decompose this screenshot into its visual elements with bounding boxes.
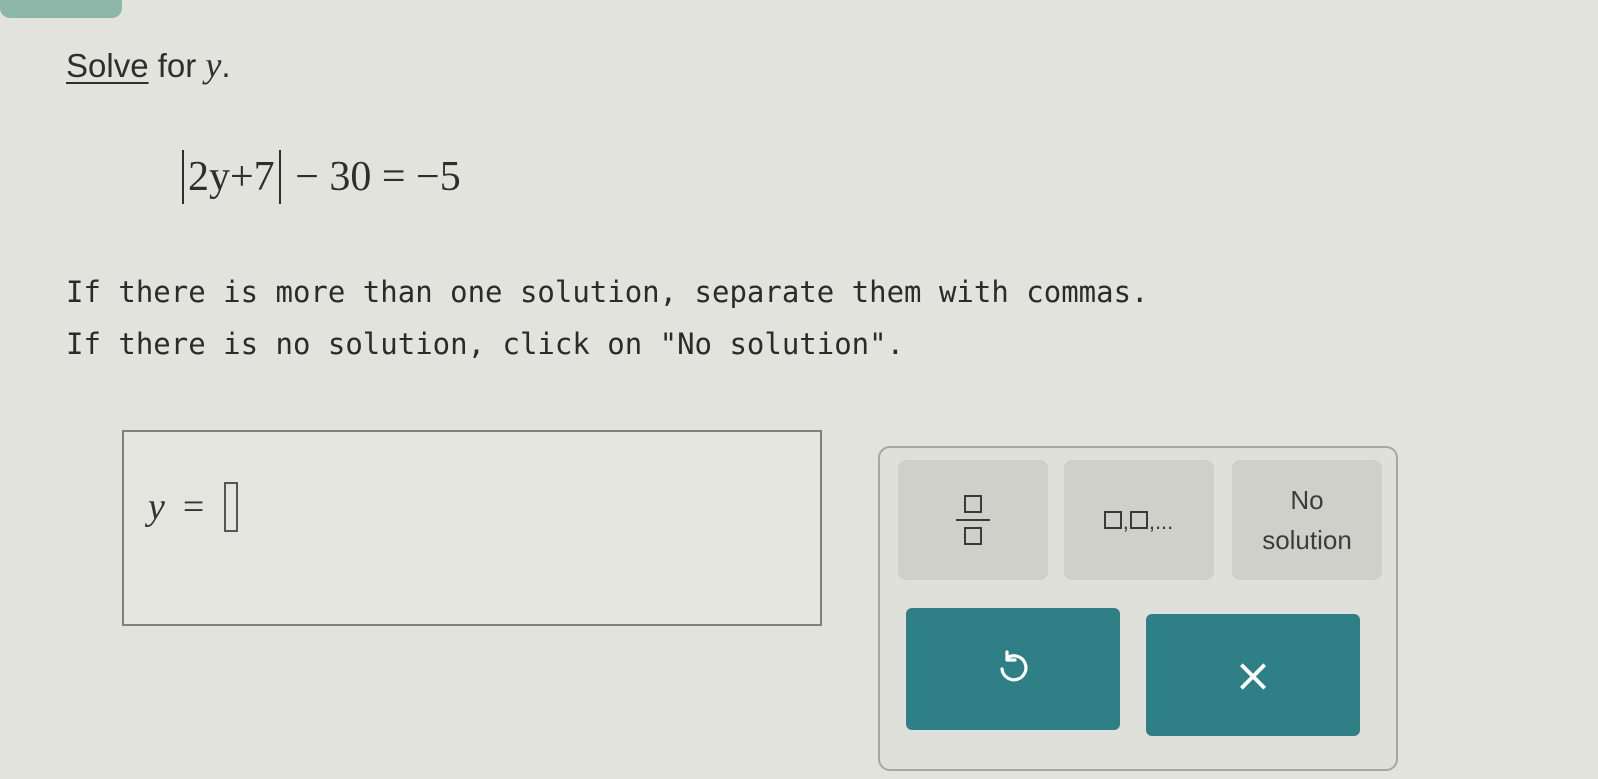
top-tab [0, 0, 122, 18]
title-middle-text: for [148, 47, 206, 84]
fraction-template-icon [956, 495, 990, 545]
close-icon: × [1233, 648, 1273, 702]
instruction-no-solution: If there is no solution, click on "No so… [66, 327, 905, 361]
clear-button[interactable]: × [1146, 614, 1360, 736]
solve-link[interactable]: Solve [66, 47, 149, 84]
math-keypad: ,,... No solution × [878, 446, 1398, 771]
undo-button[interactable] [906, 608, 1120, 730]
equation: 2y+7 − 30 = −5 [178, 150, 461, 204]
no-solution-label-line2: solution [1262, 525, 1352, 555]
no-solution-label-line1: No [1290, 485, 1324, 515]
title-variable: y [205, 45, 222, 85]
instructions: If there is more than one solution, sepa… [66, 266, 1149, 370]
equation-abs-content: 2y+7 [188, 154, 275, 200]
answer-line: y = [148, 482, 239, 532]
answer-equals: = [182, 486, 205, 528]
no-solution-button[interactable]: No solution [1232, 460, 1382, 580]
comma-list-button[interactable]: ,,... [1064, 460, 1214, 580]
equation-rest: − 30 = −5 [284, 154, 461, 200]
problem-title: Solve for y. [66, 44, 231, 86]
undo-icon [1000, 650, 1028, 682]
abs-bar-right [278, 150, 281, 204]
instruction-multiple-solutions: If there is more than one solution, sepa… [66, 275, 1149, 309]
abs-bar-left [182, 150, 184, 204]
answer-variable: y [148, 486, 165, 528]
title-period: . [221, 47, 231, 84]
answer-input[interactable] [224, 482, 239, 532]
comma-list-template-icon: ,,... [1103, 509, 1175, 534]
answer-box[interactable]: y = [122, 430, 822, 626]
fraction-button[interactable] [898, 460, 1048, 580]
list-suffix: ,... [1148, 509, 1174, 534]
